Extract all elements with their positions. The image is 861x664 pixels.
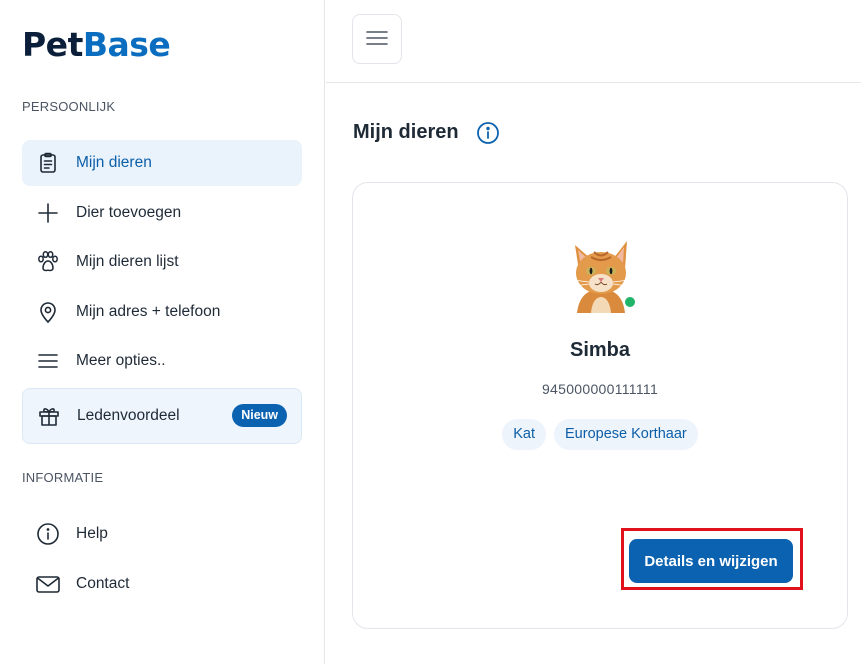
sidebar-item-label: Meer opties.. <box>76 352 166 369</box>
location-pin-icon <box>34 298 62 326</box>
tag-species: Kat <box>502 419 547 450</box>
sidebar-item-adres-telefoon[interactable]: Mijn adres + telefoon <box>22 289 302 335</box>
sidebar-item-mijn-dieren-lijst[interactable]: Mijn dieren lijst <box>22 239 302 285</box>
envelope-icon <box>34 570 62 598</box>
pet-tags: Kat Europese Korthaar <box>353 419 847 450</box>
hamburger-menu-button[interactable] <box>352 14 402 64</box>
logo-text-pet: Pet <box>22 25 83 64</box>
info-icon[interactable] <box>476 121 500 145</box>
new-badge: Nieuw <box>232 404 287 427</box>
hamburger-icon <box>366 30 388 49</box>
sidebar-item-label: Mijn dieren <box>76 154 152 171</box>
sidebar-item-ledenvoordeel[interactable]: Ledenvoordeel Nieuw <box>22 388 302 444</box>
sidebar: PetBase PERSOONLIJK Mijn dieren Dier toe… <box>0 0 325 664</box>
section-label-info: INFORMATIE <box>22 470 104 485</box>
paw-icon <box>34 248 62 276</box>
sidebar-item-label: Mijn adres + telefoon <box>76 303 221 320</box>
tag-breed: Europese Korthaar <box>554 419 698 450</box>
sidebar-item-label: Mijn dieren lijst <box>76 253 179 270</box>
sidebar-item-contact[interactable]: Contact <box>22 561 302 607</box>
sidebar-item-label: Dier toevoegen <box>76 204 182 221</box>
menu-lines-icon <box>34 347 62 375</box>
pet-name: Simba <box>569 339 631 361</box>
sidebar-item-meer-opties[interactable]: Meer opties.. <box>22 338 302 384</box>
online-status-dot <box>623 295 637 309</box>
gift-icon <box>35 402 63 430</box>
chip-number: 945000000111111 <box>541 381 659 397</box>
topbar <box>326 0 861 83</box>
plus-icon <box>34 199 62 227</box>
sidebar-item-mijn-dieren[interactable]: Mijn dieren <box>22 140 302 186</box>
sidebar-item-dier-toevoegen[interactable]: Dier toevoegen <box>22 190 302 236</box>
details-edit-button[interactable]: Details en wijzigen <box>629 539 793 583</box>
pet-card: Simba 945000000111111 Kat Europese Korth… <box>352 182 848 629</box>
logo-text-base: Base <box>82 25 171 64</box>
sidebar-item-label: Contact <box>76 575 130 592</box>
section-label-personal: PERSOONLIJK <box>22 99 116 114</box>
info-circle-icon <box>34 520 62 548</box>
page-title: Mijn dieren <box>353 121 459 143</box>
petbase-logo[interactable]: PetBase <box>22 25 171 64</box>
clipboard-icon <box>34 149 62 177</box>
sidebar-item-label: Help <box>76 525 108 542</box>
sidebar-item-label: Ledenvoordeel <box>77 407 180 424</box>
sidebar-item-help[interactable]: Help <box>22 511 302 557</box>
